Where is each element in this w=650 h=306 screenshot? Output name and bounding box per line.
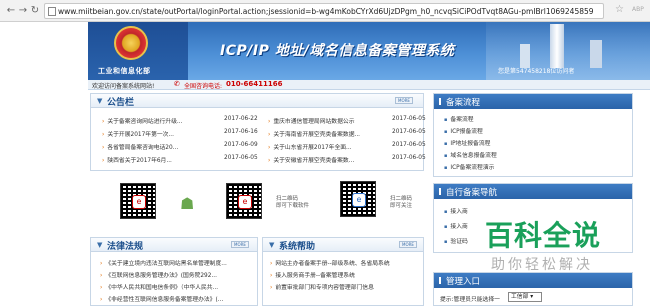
laws-title: 法律法规 <box>107 242 144 252</box>
management-hint: 提示:管理员只能选择一 <box>440 297 500 303</box>
laws-header: ▼ 法律法规 MORE <box>91 238 257 252</box>
ministry-name: 工业和信息化部 <box>98 67 151 75</box>
law-item[interactable]: › 《关于建立境内违法互联网站黑名单管理制度... <box>100 258 227 267</box>
national-emblem-icon <box>114 26 148 60</box>
law-item[interactable]: › 《互联网信息服务管理办法》(国务院292... <box>100 270 217 279</box>
bookmark-star-icon[interactable]: ☆ <box>615 4 624 15</box>
self-nav-title: 自行备案导航 <box>446 188 498 198</box>
notice-date: 2017-06-05 <box>392 129 426 135</box>
notice-title: 公告栏 <box>107 98 135 108</box>
help-item[interactable]: › 网站主办者备案手册--部级系统、各省局系统 <box>270 258 390 267</box>
follow-label: 扫二维码 即可关注 <box>390 196 413 209</box>
notice-date: 2017-06-09 <box>224 142 258 148</box>
flow-item[interactable]: ▪ IP地址报备流程 <box>444 138 490 147</box>
browser-toolbar: ← → ↻ www.miitbeian.gov.cn/state/outPort… <box>0 0 650 22</box>
flow-header: 备案流程 <box>434 94 632 109</box>
tower-graphic <box>550 24 564 68</box>
notice-item[interactable]: › 关于开展2017年第一次... <box>102 129 174 138</box>
collapse-arrow-icon: ▼ <box>97 241 103 249</box>
notice-date: 2017-06-22 <box>224 116 258 122</box>
help-item[interactable]: › 前置审批部门和专项内容管理部门信息 <box>270 282 374 291</box>
notice-item[interactable]: › 关于备案咨询网站进行升级... <box>102 116 182 125</box>
address-bar[interactable]: www.miitbeian.gov.cn/state/outPortal/log… <box>44 3 604 19</box>
ios-qr-code: e <box>120 183 156 219</box>
page-icon <box>48 7 56 16</box>
notice-date: 2017-06-05 <box>392 142 426 148</box>
notice-date: 2017-06-05 <box>224 155 258 161</box>
notice-item[interactable]: › 关于安徽省开展空壳类备案数... <box>268 155 354 164</box>
notice-date: 2017-06-05 <box>392 116 426 122</box>
collapse-arrow-icon: ▼ <box>97 97 103 105</box>
visitor-counter: 您是第547458218位访问者 <box>498 68 575 75</box>
self-nav-header: 自行备案导航 <box>434 184 632 199</box>
flow-item[interactable]: ▪ 备案流程 <box>444 114 474 123</box>
notice-item[interactable]: › 关于山东省开展2017年全面... <box>268 142 352 151</box>
help-header: ▼ 系统帮助 MORE <box>263 238 423 252</box>
flow-item[interactable]: ▪ 域名信息报备流程 <box>444 150 497 159</box>
notice-item[interactable]: › 各省管局备案咨询电话20... <box>102 142 178 151</box>
building-graphic <box>590 40 602 68</box>
phone-icon: ✆ <box>174 80 180 88</box>
follow-qr-code: e <box>340 181 376 217</box>
building-graphic <box>520 44 530 68</box>
notice-item[interactable]: › 重庆市通信管理局网站数据公示 <box>268 116 355 125</box>
flow-item[interactable]: ▪ ICP报备流程 <box>444 126 483 135</box>
notice-date: 2017-06-05 <box>392 155 426 161</box>
management-header: 管理入口 <box>434 273 632 288</box>
notice-item[interactable]: › 陕西省关于2017年6月... <box>102 155 172 164</box>
extension-icon[interactable]: ABP <box>632 6 644 13</box>
management-title: 管理入口 <box>446 277 481 287</box>
watermark-main: 百科全说 <box>485 219 602 252</box>
help-title: 系统帮助 <box>279 242 316 252</box>
role-select[interactable]: 工信部 ▾ <box>508 292 542 302</box>
notice-header: ▼ 公告栏 MORE <box>91 94 423 108</box>
law-item[interactable]: › 《非经营性互联网信息服务备案管理办法》(... <box>100 294 223 303</box>
download-label: 扫二维码 即可下载软件 <box>276 196 310 209</box>
url-text[interactable]: www.miitbeian.gov.cn/state/outPortal/log… <box>58 7 594 16</box>
flow-title: 备案流程 <box>446 98 481 108</box>
laws-more-button[interactable]: MORE <box>231 241 249 248</box>
collapse-arrow-icon: ▼ <box>269 241 275 249</box>
reload-icon[interactable]: ↻ <box>28 4 42 18</box>
info-bar <box>88 80 650 90</box>
android-icon[interactable]: ☗ <box>180 194 194 213</box>
notice-more-button[interactable]: MORE <box>395 97 413 104</box>
flow-item[interactable]: ▪ ICP备案流程演示 <box>444 162 494 171</box>
phone-number: 010-66411166 <box>226 80 283 88</box>
self-nav-item[interactable]: ▪ 验证码 <box>444 236 468 245</box>
watermark-sub: 助你轻松解决 <box>491 257 593 273</box>
notice-item[interactable]: › 关于海南省开展空壳类备案数据... <box>268 129 360 138</box>
phone-label: 全国咨询电话: <box>184 83 223 90</box>
law-item[interactable]: › 《中华人民共和国电信条例》（中华人民共... <box>100 282 218 291</box>
self-nav-item[interactable]: ▪ 接入商 <box>444 221 468 230</box>
android-qr-code: e <box>226 183 262 219</box>
notice-date: 2017-06-16 <box>224 129 258 135</box>
help-item[interactable]: › 接入服务商手册--备案管理系统 <box>270 270 355 279</box>
system-title: ICP/IP 地址/域名信息备案管理系统 <box>220 43 455 59</box>
help-more-button[interactable]: MORE <box>399 241 417 248</box>
self-nav-item[interactable]: ▪ 接入商 <box>444 206 468 215</box>
welcome-text: 欢迎访问备案系统网站! <box>92 83 155 90</box>
